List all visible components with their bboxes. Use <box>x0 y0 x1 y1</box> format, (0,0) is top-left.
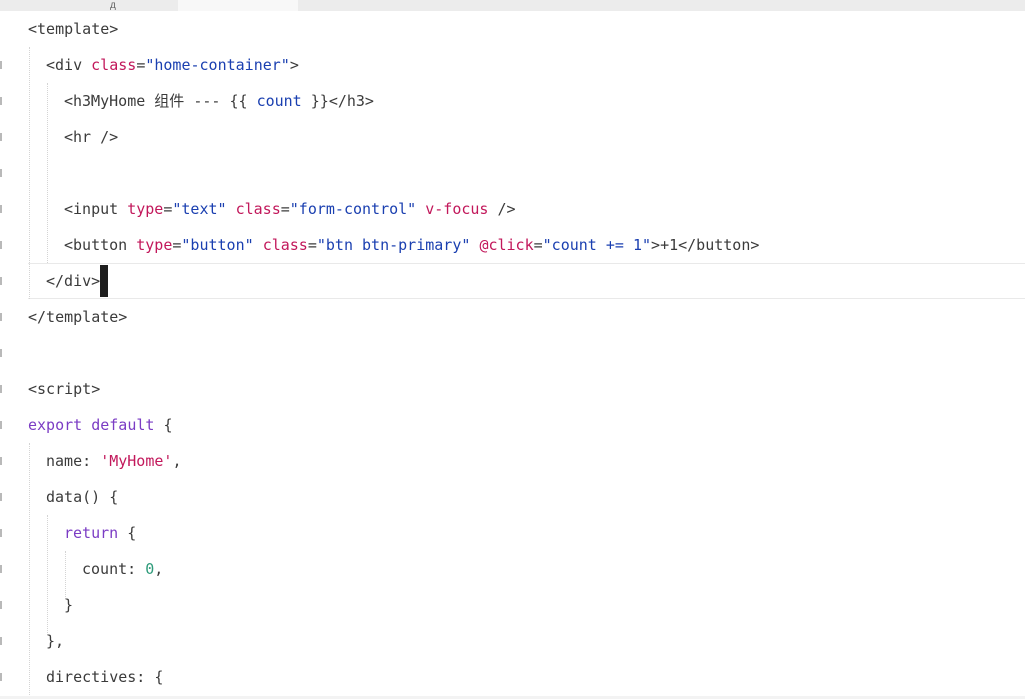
code-token-plain: } <box>64 596 74 614</box>
code-token-string: "count += 1" <box>542 236 652 254</box>
code-line: <template> <box>28 11 118 47</box>
code-line: <script> <box>28 371 100 407</box>
code-token-tag: <h3 <box>64 92 92 110</box>
code-token-plain: , <box>172 452 182 470</box>
gutter-mark <box>0 637 2 645</box>
code-token-tag: </div> <box>46 272 101 290</box>
code-line: data() { <box>28 479 118 515</box>
code-token-tag: </button> <box>678 236 760 254</box>
tab-bar: д <box>0 0 1025 11</box>
code-token-keyword: return <box>64 524 119 542</box>
gutter-mark <box>0 565 2 573</box>
code-line: directives: { <box>28 659 163 695</box>
tab-previous[interactable]: д <box>110 0 170 11</box>
gutter-mark <box>0 349 2 357</box>
code-token-plain: = <box>136 56 146 74</box>
code-token-attribute: class <box>235 200 281 218</box>
code-token-plain: +1 <box>660 236 679 254</box>
code-token-plain: = <box>307 236 317 254</box>
gutter-mark <box>0 313 2 321</box>
code-token-tag: <script> <box>28 380 101 398</box>
gutter-mark <box>0 205 2 213</box>
code-token-tag: <button <box>64 236 137 254</box>
code-token-plain: data() { <box>46 488 119 506</box>
gutter-mark <box>0 529 2 537</box>
tab-active[interactable] <box>178 0 298 11</box>
code-line: }, <box>28 623 64 659</box>
code-line: } <box>28 587 73 623</box>
code-token-plain: }} <box>301 92 329 110</box>
i-beam-cursor-icon: I <box>90 93 95 109</box>
code-token-plain: , <box>154 560 164 578</box>
code-token-tag: > <box>651 236 661 254</box>
code-token-tag: </template> <box>28 308 128 326</box>
gutter-mark <box>0 457 2 465</box>
code-token-tag: <hr /> <box>64 128 119 146</box>
code-token-attribute: type <box>136 236 173 254</box>
gutter-mark <box>0 133 2 141</box>
gutter-mark <box>0 277 2 285</box>
text-cursor <box>100 265 108 297</box>
gutter-mark <box>0 241 2 249</box>
code-line: <div class="home-container"> <box>28 47 299 83</box>
code-token-string: "form-control" <box>289 200 417 218</box>
code-token-attribute: 'MyHome' <box>100 452 173 470</box>
code-token-keyword: export default <box>28 416 155 434</box>
code-token-attribute: v-focus <box>425 200 489 218</box>
code-line: <hr /> <box>28 119 118 155</box>
code-token-string: "home-container" <box>145 56 290 74</box>
code-token-tag: /> <box>488 200 516 218</box>
code-token-plain: }, <box>46 632 65 650</box>
code-editor[interactable]: <template> <div class="home-container"> … <box>0 11 1025 699</box>
code-line: <button type="button" class="btn btn-pri… <box>28 227 759 263</box>
current-line-highlight <box>28 263 1025 299</box>
code-line: <input type="text" class="form-control" … <box>28 191 516 227</box>
code-token-plain: { <box>118 524 137 542</box>
code-token-plain: = <box>280 200 290 218</box>
code-token-attribute: class <box>91 56 137 74</box>
code-token-plain: count: <box>82 560 146 578</box>
gutter-mark <box>0 385 2 393</box>
code-token-plain: MyHome 组件 --- {{ <box>91 92 257 110</box>
code-line: </template> <box>28 299 127 335</box>
code-token-attribute: class <box>262 236 308 254</box>
code-line: name: 'MyHome', <box>28 443 181 479</box>
code-token-tag: </h3> <box>328 92 374 110</box>
code-token-tag: <input <box>64 200 128 218</box>
code-line: <h3MyHome 组件 --- {{ count }}</h3> <box>28 83 374 119</box>
code-line: export default { <box>28 407 173 443</box>
code-token-tag: > <box>289 56 299 74</box>
gutter-mark <box>0 421 2 429</box>
gutter-mark <box>0 601 2 609</box>
code-token-plain: directives: { <box>46 668 164 686</box>
code-token-plain: { <box>154 416 173 434</box>
code-line: return { <box>28 515 136 551</box>
code-token-tag: <template> <box>28 20 119 38</box>
gutter-mark <box>0 673 2 681</box>
code-token-string: count <box>256 92 302 110</box>
code-token-number: 0 <box>145 560 155 578</box>
code-token-string: "text" <box>172 200 227 218</box>
gutter-mark <box>0 493 2 501</box>
gutter-mark <box>0 169 2 177</box>
code-token-attribute: @click <box>479 236 534 254</box>
gutter-mark <box>0 97 2 105</box>
gutter-mark <box>0 61 2 69</box>
code-token-tag: <div <box>46 56 92 74</box>
code-line: </div> <box>28 263 100 299</box>
code-token-attribute: type <box>127 200 164 218</box>
code-line: count: 0, <box>28 551 163 587</box>
code-token-string: "btn btn-primary" <box>316 236 471 254</box>
code-token-plain: = <box>533 236 543 254</box>
code-token-string: "button" <box>181 236 254 254</box>
code-token-plain: name: <box>46 452 101 470</box>
